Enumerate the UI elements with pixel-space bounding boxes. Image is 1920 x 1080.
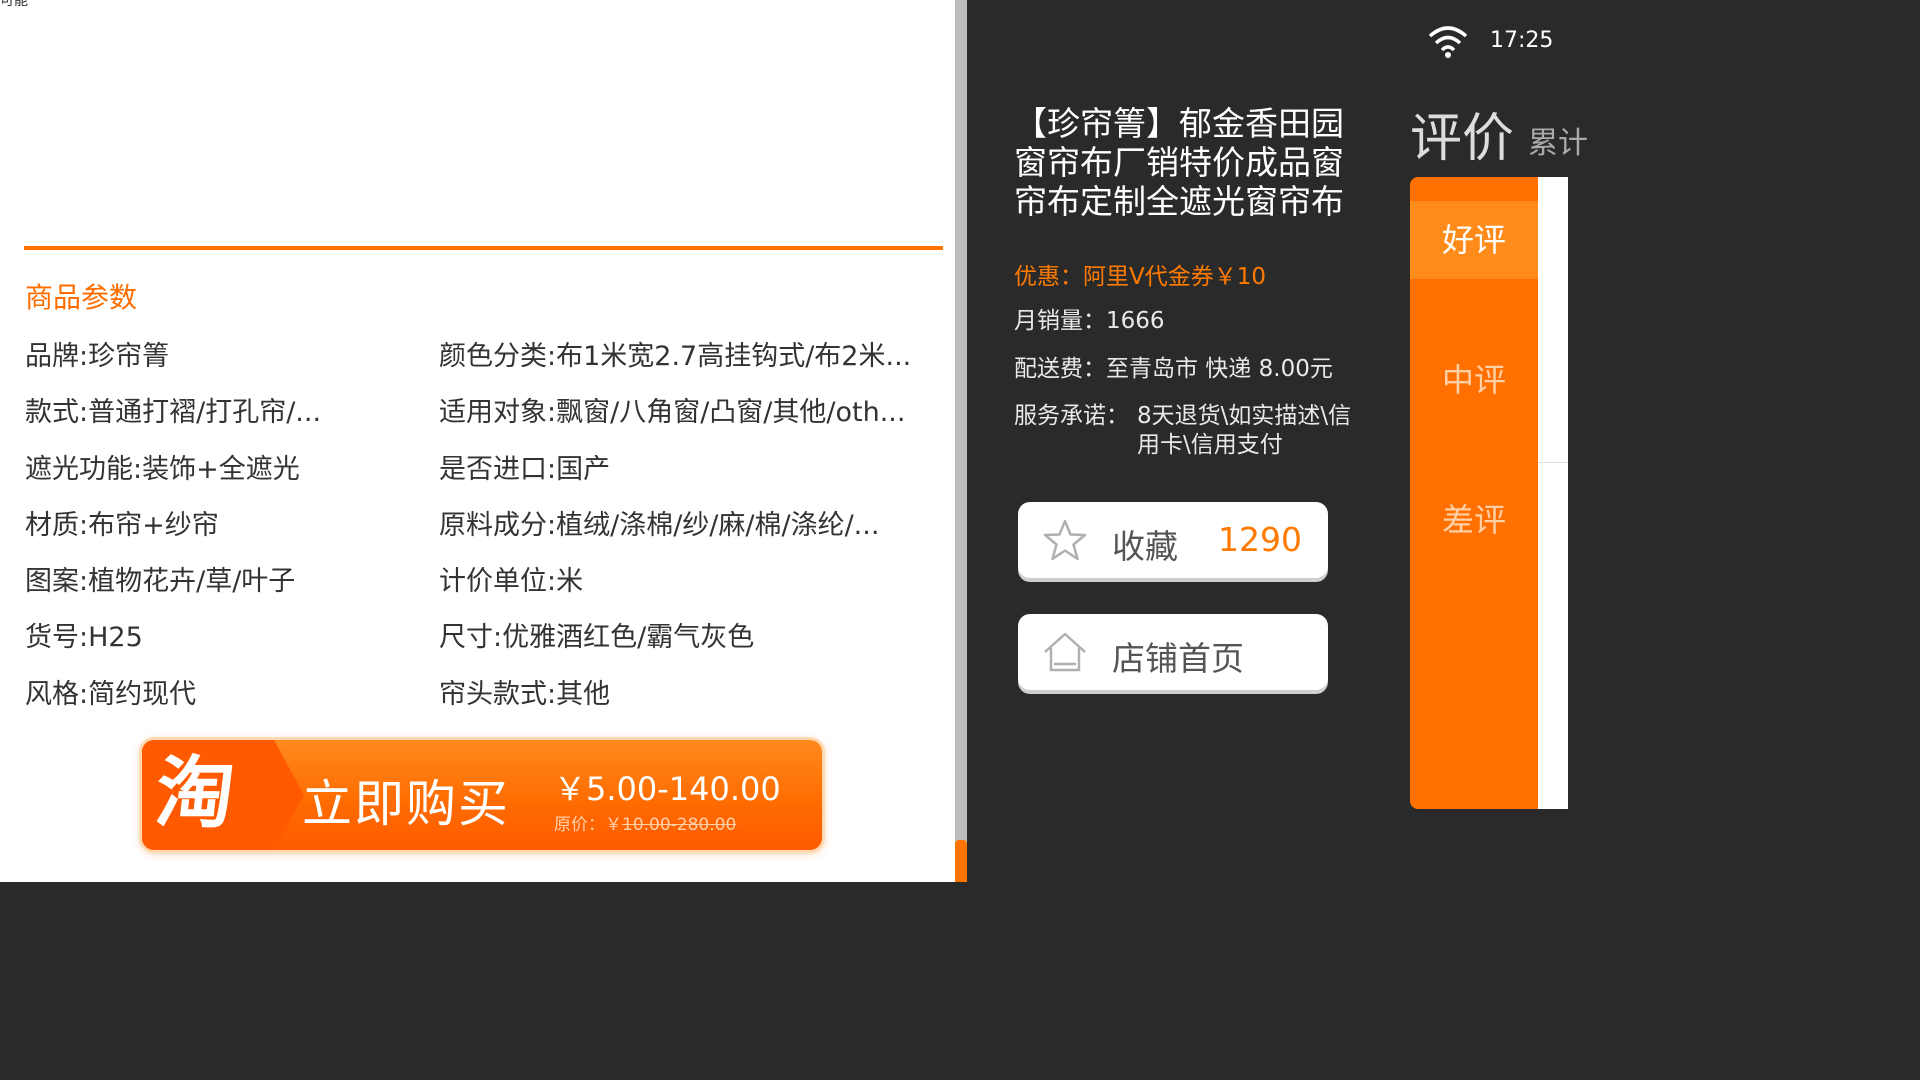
buy-now-button[interactable]: 淘 立即购买 ￥5.00-140.00 原价：￥10.00-280.00: [142, 740, 822, 850]
param-header-style: 帘头款式:其他: [439, 679, 611, 710]
taobao-logo-char: 淘: [151, 749, 239, 839]
review-divider: [1538, 462, 1568, 463]
review-tabs: 好评 中评 差评: [1410, 177, 1538, 809]
param-shading: 遮光功能:装饰+全遮光: [25, 454, 300, 485]
reviews-heading: 评价: [1410, 109, 1515, 169]
taobao-logo: 淘: [142, 740, 274, 850]
param-suitable: 适用对象:飘窗/八角窗/凸窗/其他/oth...: [439, 397, 906, 428]
top-text-fragment: 可能: [0, 0, 28, 9]
status-time: 17:25: [1490, 28, 1554, 53]
taobao-logo-arrow: [274, 740, 304, 850]
param-unit: 计价单位:米: [439, 566, 584, 597]
params-title: 商品参数: [25, 281, 138, 314]
param-imported: 是否进口:国产: [439, 454, 611, 485]
wifi-icon: [1428, 26, 1468, 58]
reviews-subheading: 累计: [1528, 126, 1588, 161]
promo-text: 优惠：阿里V代金券￥10: [1014, 264, 1267, 290]
param-composition: 原料成分:植绒/涤棉/纱/麻/棉/涤纶/...: [439, 510, 880, 541]
param-color: 颜色分类:布1米宽2.7高挂钩式/布2米...: [439, 341, 912, 372]
tab-neutral-reviews[interactable]: 中评: [1410, 341, 1538, 419]
service-label: 服务承诺：: [1014, 403, 1129, 429]
status-bar: 17:25: [1420, 22, 1568, 62]
current-price: ￥5.00-140.00: [554, 770, 781, 808]
param-design-style: 风格:简约现代: [25, 679, 197, 710]
tab-bad-reviews[interactable]: 差评: [1410, 481, 1538, 559]
service-commitments: 8天退货\如实描述\信用卡\信用支付: [1137, 403, 1352, 458]
monthly-sales: 月销量：1666: [1014, 308, 1165, 334]
store-home-button[interactable]: 店铺首页: [1018, 614, 1328, 690]
star-icon: [1043, 519, 1087, 561]
scrollbar-thumb[interactable]: [955, 840, 967, 882]
original-price: 原价：￥10.00-280.00: [554, 810, 736, 835]
original-price-label: 原价：￥: [554, 815, 622, 835]
favorite-button[interactable]: 收藏 1290: [1018, 502, 1328, 578]
review-content: [1538, 177, 1568, 809]
buy-now-label: 立即购买: [302, 775, 510, 833]
param-material: 材质:布帘+纱帘: [25, 510, 219, 541]
product-details-panel: 可能 商品参数 品牌:珍帘箐 款式:普通打褶/打孔帘/... 遮光功能:装饰+全…: [0, 0, 955, 882]
home-icon: [1044, 632, 1086, 672]
param-item-number: 货号:H25: [25, 622, 143, 653]
store-home-label: 店铺首页: [1112, 639, 1244, 678]
param-pattern: 图案:植物花卉/草/叶子: [25, 566, 296, 597]
param-brand: 品牌:珍帘箐: [25, 341, 170, 372]
section-divider: [24, 246, 943, 250]
scrollbar[interactable]: [955, 0, 967, 882]
favorite-count: 1290: [1218, 520, 1302, 559]
product-title: 【珍帘箐】郁金香田园窗帘布厂销特价成品窗帘布定制全遮光窗帘布: [1014, 104, 1344, 221]
favorite-label: 收藏: [1112, 527, 1178, 566]
tab-good-reviews[interactable]: 好评: [1410, 201, 1538, 279]
param-size: 尺寸:优雅酒红色/霸气灰色: [439, 622, 755, 653]
shipping-fee: 配送费：至青岛市 快递 8.00元: [1014, 356, 1333, 382]
param-style: 款式:普通打褶/打孔帘/...: [25, 397, 322, 428]
original-price-value: 10.00-280.00: [622, 815, 737, 835]
